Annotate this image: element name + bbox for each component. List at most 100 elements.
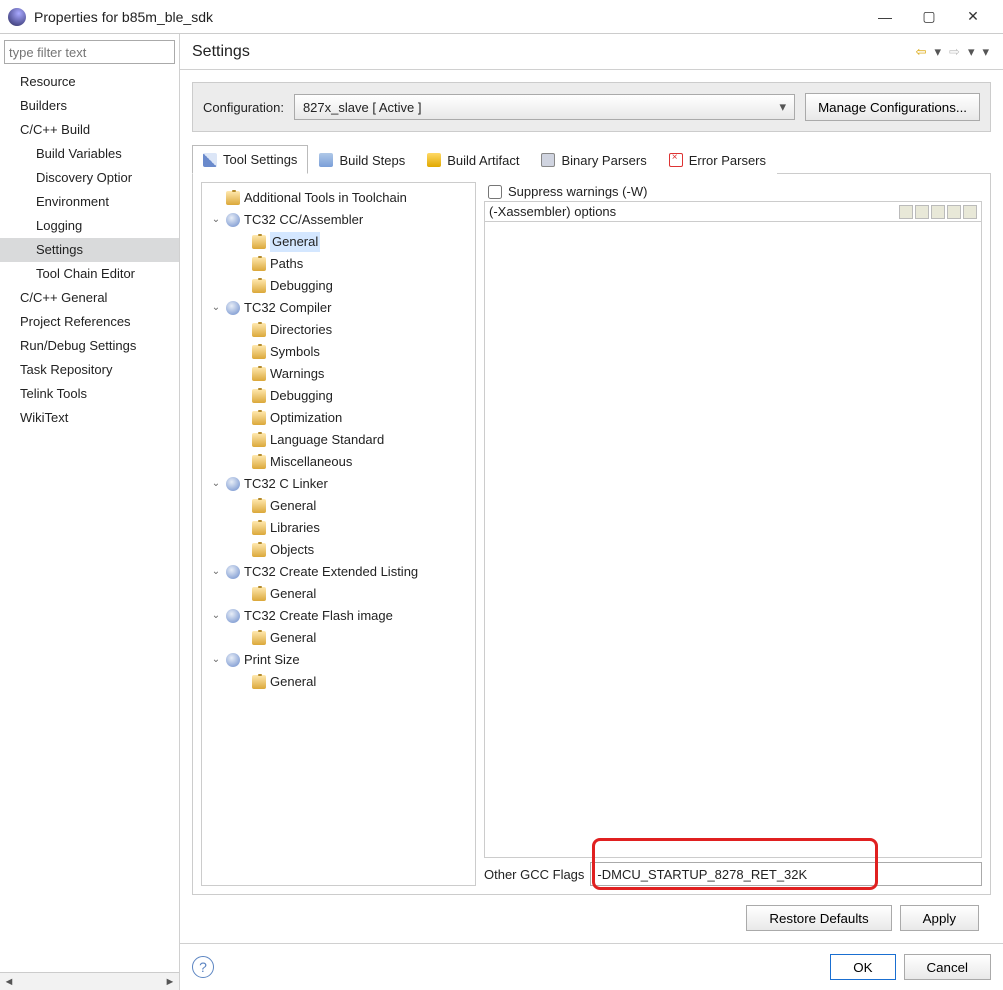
scroll-left-icon[interactable]: ◄ xyxy=(0,976,18,988)
sidebar-item-task-repository[interactable]: Task Repository xyxy=(0,358,179,382)
leaf-icon xyxy=(252,257,266,271)
sidebar-item-settings[interactable]: Settings xyxy=(0,238,179,262)
tool-node-tc32-c-linker[interactable]: ⌄TC32 C Linker xyxy=(206,473,471,495)
configuration-select[interactable]: 827x_slave [ Active ] xyxy=(294,94,795,120)
tool-node-label: General xyxy=(270,628,316,648)
tool-node-libraries[interactable]: Libraries xyxy=(206,517,471,539)
tool-node-label: General xyxy=(270,232,320,252)
expand-icon[interactable]: ⌄ xyxy=(210,606,222,626)
help-icon[interactable]: ? xyxy=(192,956,214,978)
expand-icon[interactable]: ⌄ xyxy=(210,298,222,318)
tool-node-miscellaneous[interactable]: Miscellaneous xyxy=(206,451,471,473)
sidebar-item-logging[interactable]: Logging xyxy=(0,214,179,238)
sidebar-item-wikitext[interactable]: WikiText xyxy=(0,406,179,430)
scroll-right-icon[interactable]: ► xyxy=(161,976,179,988)
movedown-icon[interactable] xyxy=(963,205,977,219)
tool-node-print-size[interactable]: ⌄Print Size xyxy=(206,649,471,671)
tool-node-label: Miscellaneous xyxy=(270,452,352,472)
configuration-value: 827x_slave [ Active ] xyxy=(303,100,422,115)
sidebar-scrollbar[interactable]: ◄ ► xyxy=(0,972,179,990)
sidebar-item-environment[interactable]: Environment xyxy=(0,190,179,214)
ic-steps-icon xyxy=(319,153,333,167)
tab-error-parsers[interactable]: Error Parsers xyxy=(658,145,777,174)
tool-node-paths[interactable]: Paths xyxy=(206,253,471,275)
expand-icon[interactable]: ⌄ xyxy=(210,650,222,670)
tab-label: Error Parsers xyxy=(689,153,766,168)
leaf-icon xyxy=(226,191,240,205)
tab-label: Binary Parsers xyxy=(561,153,646,168)
tool-node-directories[interactable]: Directories xyxy=(206,319,471,341)
expand-icon[interactable]: ⌄ xyxy=(210,210,222,230)
tool-node-tc32-compiler[interactable]: ⌄TC32 Compiler xyxy=(206,297,471,319)
tool-node-general[interactable]: General xyxy=(206,495,471,517)
add-icon[interactable] xyxy=(899,205,913,219)
ok-button[interactable]: OK xyxy=(830,954,895,980)
minimize-button[interactable]: — xyxy=(863,1,907,33)
expand-icon[interactable]: ⌄ xyxy=(210,562,222,582)
tool-node-general[interactable]: General xyxy=(206,231,471,253)
tool-node-label: TC32 CC/Assembler xyxy=(244,210,363,230)
other-flags-row: Other GCC Flags -DMCU_STARTUP_8278_RET_3… xyxy=(484,858,982,886)
tab-build-artifact[interactable]: Build Artifact xyxy=(416,145,530,174)
leaf-icon xyxy=(252,455,266,469)
tab-binary-parsers[interactable]: Binary Parsers xyxy=(530,145,657,174)
tool-node-tc32-create-extended-listing[interactable]: ⌄ TC32 Create Extended Listing xyxy=(206,561,471,583)
sidebar-item-builders[interactable]: Builders xyxy=(0,94,179,118)
tool-node-general[interactable]: General xyxy=(206,671,471,693)
sidebar-item-tool-chain-editor[interactable]: Tool Chain Editor xyxy=(0,262,179,286)
page-title: Settings xyxy=(192,43,914,61)
tool-node-objects[interactable]: Objects xyxy=(206,539,471,561)
leaf-icon xyxy=(252,499,266,513)
restore-defaults-button[interactable]: Restore Defaults xyxy=(746,905,891,931)
title-bar: Properties for b85m_ble_sdk — ▢ ✕ xyxy=(0,0,1003,34)
tool-node-debugging[interactable]: Debugging xyxy=(206,385,471,407)
maximize-button[interactable]: ▢ xyxy=(907,1,951,33)
group-icon xyxy=(226,477,240,491)
sidebar-item-discovery-optior[interactable]: Discovery Optior xyxy=(0,166,179,190)
content-header: Settings ⇦ ▾ ⇨ ▾ ▾ xyxy=(180,34,1003,70)
delete-icon[interactable] xyxy=(915,205,929,219)
tool-node-label: Optimization xyxy=(270,408,342,428)
back-menu-icon[interactable]: ▾ xyxy=(933,44,944,60)
drop-menu-icon[interactable]: ▾ xyxy=(980,44,991,60)
back-icon[interactable]: ⇦ xyxy=(914,44,929,60)
sidebar-item-c-c-general[interactable]: C/C++ General xyxy=(0,286,179,310)
tool-node-general[interactable]: General xyxy=(206,627,471,649)
leaf-icon xyxy=(252,587,266,601)
xassembler-label: (-Xassembler) options xyxy=(489,204,897,219)
ic-artifact-icon xyxy=(427,153,441,167)
tool-node-tc32-create-flash-image[interactable]: ⌄TC32 Create Flash image xyxy=(206,605,471,627)
tab-build-steps[interactable]: Build Steps xyxy=(308,145,416,174)
tool-node-label: TC32 Create Extended Listing xyxy=(244,562,418,582)
sidebar-item-project-references[interactable]: Project References xyxy=(0,310,179,334)
manage-configurations-button[interactable]: Manage Configurations... xyxy=(805,93,980,121)
apply-button[interactable]: Apply xyxy=(900,905,979,931)
tab-tool-settings[interactable]: Tool Settings xyxy=(192,145,308,174)
edit-icon[interactable] xyxy=(931,205,945,219)
sidebar-item-resource[interactable]: Resource xyxy=(0,70,179,94)
suppress-warnings-checkbox[interactable] xyxy=(488,185,502,199)
close-button[interactable]: ✕ xyxy=(951,1,995,33)
tool-node-language-standard[interactable]: Language Standard xyxy=(206,429,471,451)
sidebar-item-run-debug-settings[interactable]: Run/Debug Settings xyxy=(0,334,179,358)
xassembler-listbox[interactable] xyxy=(484,221,982,858)
moveup-icon[interactable] xyxy=(947,205,961,219)
sidebar-item-build-variables[interactable]: Build Variables xyxy=(0,142,179,166)
tool-node-optimization[interactable]: Optimization xyxy=(206,407,471,429)
tool-node-warnings[interactable]: Warnings xyxy=(206,363,471,385)
cancel-button[interactable]: Cancel xyxy=(904,954,992,980)
tool-node-additional-tools-in-toolchain[interactable]: Additional Tools in Toolchain xyxy=(206,187,471,209)
sidebar-item-telink-tools[interactable]: Telink Tools xyxy=(0,382,179,406)
filter-input[interactable] xyxy=(4,40,175,64)
tab-pane: Additional Tools in Toolchain⌄TC32 CC/As… xyxy=(192,174,991,895)
tool-node-tc32-cc-assembler[interactable]: ⌄ TC32 CC/Assembler xyxy=(206,209,471,231)
tab-label: Build Artifact xyxy=(447,153,519,168)
expand-icon[interactable]: ⌄ xyxy=(210,474,222,494)
tool-node-debugging[interactable]: Debugging xyxy=(206,275,471,297)
tool-node-symbols[interactable]: Symbols xyxy=(206,341,471,363)
sidebar-item-c-c-build[interactable]: C/C++ Build xyxy=(0,118,179,142)
tool-node-general[interactable]: General xyxy=(206,583,471,605)
forward-menu-icon[interactable]: ▾ xyxy=(966,44,977,60)
other-flags-input[interactable]: -DMCU_STARTUP_8278_RET_32K xyxy=(590,862,982,886)
suppress-warnings-label: Suppress warnings (-W) xyxy=(508,184,647,199)
